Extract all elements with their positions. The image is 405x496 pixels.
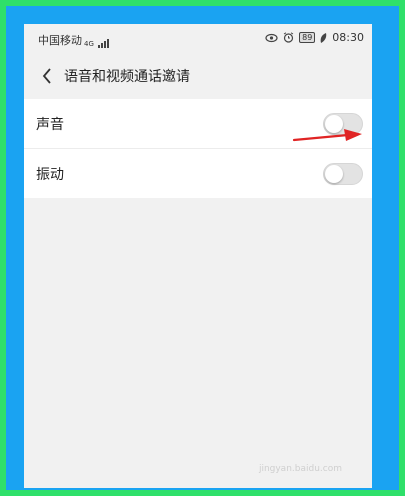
setting-row-vibration[interactable]: 振动	[24, 148, 372, 198]
vibration-toggle[interactable]	[323, 163, 363, 185]
chevron-left-icon	[42, 68, 51, 84]
status-icons: 89 08:30	[265, 31, 364, 44]
screenshot-frame: 中国移动 4G 89 08:30 语音和视频通话邀请 声音 振动 jingyan…	[0, 0, 405, 496]
clock-time: 08:30	[332, 31, 364, 44]
eye-comfort-icon	[265, 33, 278, 42]
annotation-arrow-icon	[292, 129, 362, 142]
vibration-label: 振动	[36, 166, 64, 183]
settings-list: 声音 振动	[24, 99, 372, 198]
carrier-info: 中国移动 4G	[38, 32, 109, 48]
alarm-icon	[283, 32, 294, 43]
watermark-text: jingyan.baidu.com	[258, 464, 342, 474]
toggle-knob	[325, 165, 343, 183]
battery-icon: 89	[299, 32, 316, 43]
carrier-name: 中国移动	[38, 34, 82, 47]
charging-leaf-icon	[320, 32, 327, 43]
status-bar: 中国移动 4G 89 08:30	[24, 24, 372, 54]
page-header: 语音和视频通话邀请	[24, 54, 372, 98]
signal-icon	[97, 39, 109, 48]
sound-label: 声音	[36, 116, 64, 133]
back-button[interactable]	[32, 61, 62, 91]
phone-screen: 中国移动 4G 89 08:30 语音和视频通话邀请 声音 振动 jingyan…	[24, 24, 372, 488]
network-type: 4G	[84, 40, 94, 48]
page-title: 语音和视频通话邀请	[64, 69, 190, 85]
